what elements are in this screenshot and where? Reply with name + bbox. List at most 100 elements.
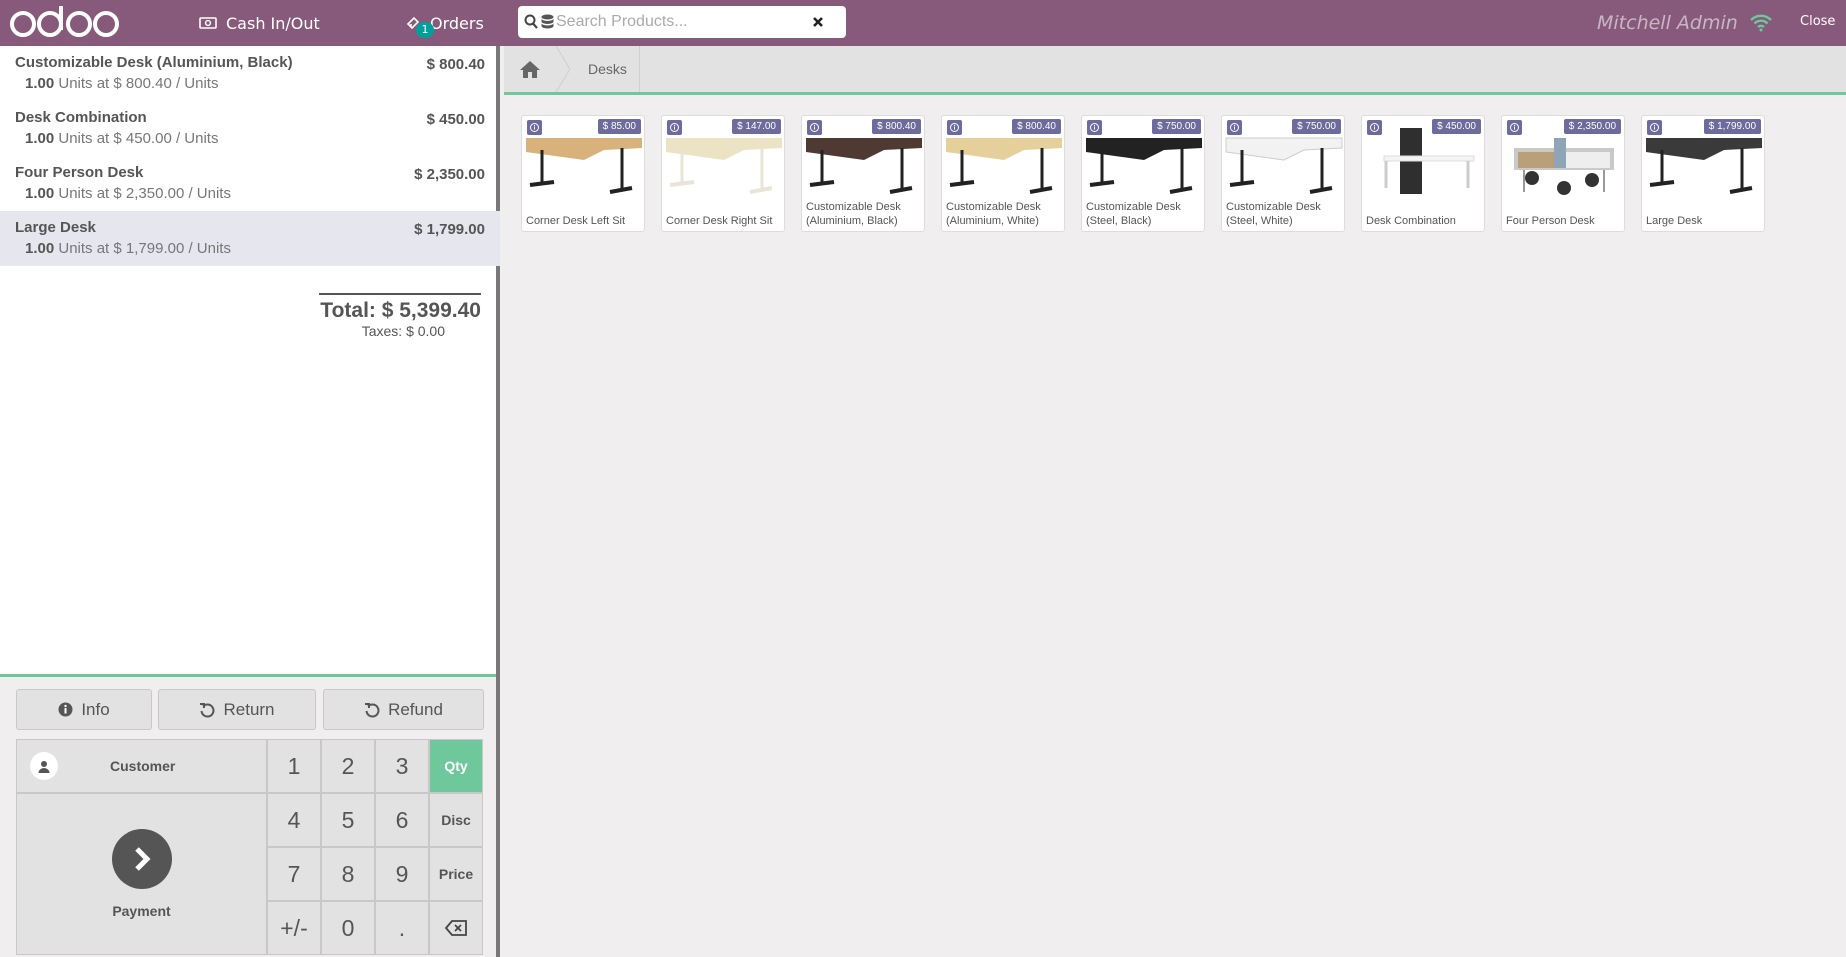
clear-search-icon[interactable] xyxy=(808,12,832,32)
top-bar: Cash In/Out 1 Orders Mitchell Admin Clos… xyxy=(0,0,1846,46)
product-name: Corner Desk Right Sit xyxy=(666,215,773,227)
product-info-icon[interactable] xyxy=(1227,120,1242,135)
orderline[interactable]: Desk Combination $ 450.00 1.00 Units at $ … xyxy=(0,101,500,156)
product-info-icon[interactable] xyxy=(1507,120,1522,135)
product-name: Customizable Desk (Aluminium, White) xyxy=(946,201,1041,227)
backspace-button[interactable] xyxy=(429,901,483,955)
product-name: Large Desk xyxy=(1646,215,1703,227)
product-price-badge: $ 750.00 xyxy=(1292,119,1341,134)
product-card[interactable]: $ 450.00 Desk Combination xyxy=(1361,115,1485,232)
numpad-key-2[interactable]: 2 xyxy=(321,739,375,793)
user-icon xyxy=(30,752,58,780)
cash-in-out-label: Cash In/Out xyxy=(226,13,320,33)
close-button[interactable]: Close xyxy=(1800,14,1835,29)
orderline-price: $ 2,350.00 xyxy=(414,166,485,183)
product-card[interactable]: $ 800.40 Customizable Desk (Aluminium, Wh… xyxy=(941,115,1065,232)
numpad-key-3[interactable]: 3 xyxy=(375,739,429,793)
orderline-info: 1.00 Units at $ 2,350.00 / Units xyxy=(25,185,484,202)
orderline-price: $ 1,799.00 xyxy=(414,221,485,238)
backspace-icon xyxy=(445,920,467,936)
refund-label: Refund xyxy=(388,699,443,719)
numpad-key-4[interactable]: 4 xyxy=(267,793,321,847)
product-price-badge: $ 450.00 xyxy=(1432,119,1481,134)
product-name: Customizable Desk (Steel, Black) xyxy=(1086,201,1181,227)
product-price-badge: $ 750.00 xyxy=(1152,119,1201,134)
numpad-key-0[interactable]: 0 xyxy=(321,901,375,955)
orderline-info: 1.00 Units at $ 1,799.00 / Units xyxy=(25,240,484,257)
product-name: Customizable Desk (Steel, White) xyxy=(1226,201,1321,227)
product-price-badge: $ 2,350.00 xyxy=(1563,119,1621,134)
orderline[interactable]: Customizable Desk (Aluminium, Black) $ 80… xyxy=(0,46,500,101)
return-button[interactable]: Return xyxy=(158,689,316,730)
payment-button[interactable]: Payment xyxy=(16,793,267,955)
customer-button[interactable]: Customer xyxy=(16,739,267,793)
product-price-badge: $ 800.40 xyxy=(1012,119,1061,134)
product-card[interactable]: $ 800.40 Customizable Desk (Aluminium, Bl… xyxy=(801,115,925,232)
orderline-unit-info: Units at $ 800.40 / Units xyxy=(58,75,219,92)
cash-in-out-button[interactable]: Cash In/Out xyxy=(199,0,320,46)
breadcrumb-category[interactable]: Desks xyxy=(576,46,640,92)
info-label: Info xyxy=(81,699,110,719)
control-panel: Info Return Refund Customer Payment 1 2 … xyxy=(0,674,496,957)
odoo-logo xyxy=(10,6,119,37)
orderline-name: Customizable Desk (Aluminium, Black) xyxy=(15,54,293,71)
orderline[interactable]: Large Desk $ 1,799.00 1.00 Units at $ 1,79… xyxy=(0,211,500,266)
product-price-badge: $ 1,799.00 xyxy=(1703,119,1761,134)
product-card[interactable]: $ 1,799.00 Large Desk xyxy=(1641,115,1765,232)
numpad-key-1[interactable]: 1 xyxy=(267,739,321,793)
order-pane: Customizable Desk (Aluminium, Black) $ 80… xyxy=(0,46,500,957)
wifi-icon xyxy=(1749,12,1773,36)
product-name: Corner Desk Left Sit xyxy=(526,215,626,227)
numpad-key-5[interactable]: 5 xyxy=(321,793,375,847)
product-info-icon[interactable] xyxy=(667,120,682,135)
breadcrumb: Desks xyxy=(504,46,1846,95)
info-icon xyxy=(58,702,73,717)
product-card[interactable]: $ 750.00 Customizable Desk (Steel, White) xyxy=(1221,115,1345,232)
product-info-icon[interactable] xyxy=(1647,120,1662,135)
product-info-icon[interactable] xyxy=(1367,120,1382,135)
product-card[interactable]: $ 147.00 Corner Desk Right Sit xyxy=(661,115,785,232)
search-input[interactable] xyxy=(556,6,806,38)
numpad-key-6[interactable]: 6 xyxy=(375,793,429,847)
numpad-key-7[interactable]: 7 xyxy=(267,847,321,901)
mode-price-button[interactable]: Price xyxy=(429,847,483,901)
order-summary: Total: $ 5,399.40 Taxes: $ 0.00 xyxy=(319,293,481,339)
orderline-price: $ 450.00 xyxy=(426,111,485,128)
orderline-unit-info: Units at $ 1,799.00 / Units xyxy=(58,240,231,257)
mode-disc-button[interactable]: Disc xyxy=(429,793,483,847)
undo-icon xyxy=(365,702,380,717)
orderline-unit-info: Units at $ 450.00 / Units xyxy=(58,130,219,147)
product-card[interactable]: $ 85.00 Corner Desk Left Sit xyxy=(521,115,645,232)
product-card[interactable]: $ 750.00 Customizable Desk (Steel, Black) xyxy=(1081,115,1205,232)
order-total: Total: $ 5,399.40 xyxy=(320,299,481,322)
orderline[interactable]: Four Person Desk $ 2,350.00 1.00 Units at … xyxy=(0,156,500,211)
orderline-qty: 1.00 xyxy=(25,185,55,202)
orderline-price: $ 800.40 xyxy=(426,56,485,73)
product-name: Desk Combination xyxy=(1366,215,1456,227)
product-price-badge: $ 800.40 xyxy=(872,119,921,134)
product-info-icon[interactable] xyxy=(1087,120,1102,135)
product-price-badge: $ 85.00 xyxy=(597,119,641,134)
home-button[interactable] xyxy=(504,46,556,92)
product-price-badge: $ 147.00 xyxy=(732,119,781,134)
numpad-key-dot[interactable]: . xyxy=(375,901,429,955)
product-card[interactable]: $ 2,350.00 Four Person Desk xyxy=(1501,115,1625,232)
orderline-info: 1.00 Units at $ 800.40 / Units xyxy=(25,75,484,92)
numpad-key-sign[interactable]: +/- xyxy=(267,901,321,955)
search-box xyxy=(518,6,846,38)
numpad-key-8[interactable]: 8 xyxy=(321,847,375,901)
refund-button[interactable]: Refund xyxy=(323,689,484,730)
product-info-icon[interactable] xyxy=(527,120,542,135)
numpad-key-9[interactable]: 9 xyxy=(375,847,429,901)
product-info-icon[interactable] xyxy=(807,120,822,135)
orderline-qty: 1.00 xyxy=(25,75,55,92)
home-icon xyxy=(520,60,540,78)
product-info-icon[interactable] xyxy=(947,120,962,135)
product-name: Four Person Desk xyxy=(1506,215,1595,227)
customer-label: Customer xyxy=(110,758,176,774)
orderline-list: Customizable Desk (Aluminium, Black) $ 80… xyxy=(0,46,500,266)
orders-button[interactable]: 1 Orders xyxy=(405,0,484,46)
chevron-right-icon xyxy=(111,829,172,889)
mode-qty-button[interactable]: Qty xyxy=(429,739,483,793)
info-button[interactable]: Info xyxy=(16,689,152,730)
